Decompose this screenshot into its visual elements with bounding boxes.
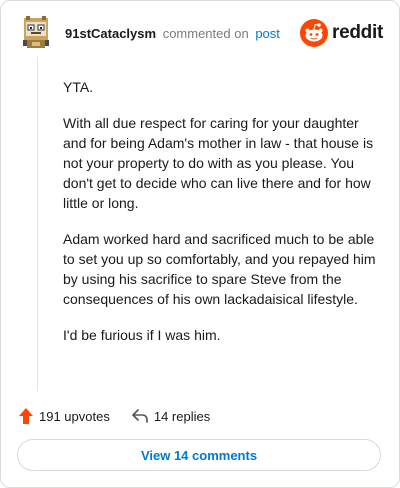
comment-paragraph: YTA. (63, 79, 94, 95)
post-link[interactable]: post (255, 26, 280, 41)
username-link[interactable]: 91stCataclysm (65, 26, 156, 41)
comment-paragraph: Adam worked hard and sacrificed much to … (63, 231, 376, 307)
upvote-count: 191 upvotes (39, 408, 110, 424)
replies-button[interactable]: 14 replies (132, 409, 210, 424)
upvote-arrow-icon (19, 408, 33, 424)
comment-paragraph: With all due respect for caring for your… (63, 115, 374, 211)
reddit-snoo-icon (300, 19, 329, 47)
comment-card: 91stCataclysm commented on post reddit Y… (0, 0, 400, 488)
comment-actions: 191 upvotes 14 replies (19, 405, 210, 427)
upvote-button[interactable]: 191 upvotes (19, 408, 110, 424)
reddit-logo[interactable]: reddit (300, 17, 383, 49)
reddit-wordmark: reddit (332, 22, 383, 43)
avatar[interactable] (21, 16, 51, 50)
view-comments-button[interactable]: View 14 comments (17, 439, 381, 471)
commented-on-label: commented on (162, 26, 249, 41)
reply-count: 14 replies (153, 408, 211, 424)
comment-meta: 91stCataclysm commented on post (65, 26, 280, 41)
comment-paragraph: I'd be furious if I was him. (63, 327, 221, 343)
pixel-robot-avatar-icon (23, 16, 49, 48)
comment-body: YTA. With all due respect for caring for… (63, 77, 381, 361)
reply-arrow-icon (132, 409, 148, 423)
thread-line (37, 57, 38, 391)
comment-header: 91stCataclysm commented on post reddit (17, 15, 383, 51)
